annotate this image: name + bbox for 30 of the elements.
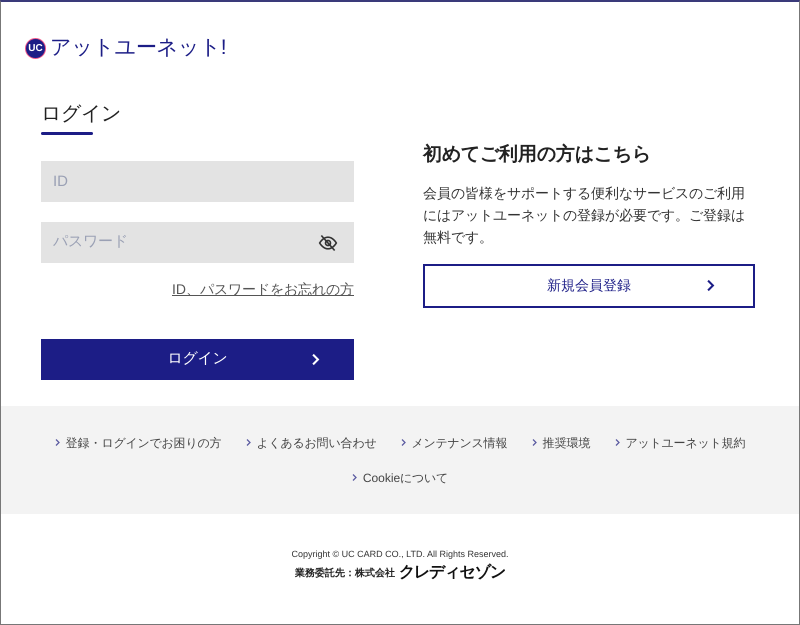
chevron-right-icon	[614, 438, 620, 447]
chevron-right-icon	[54, 438, 60, 447]
site-name: アットユーネット!	[50, 35, 226, 62]
password-field[interactable]: パスワード	[41, 222, 354, 263]
copyright-text: Copyright © UC CARD CO., LTD. All Rights Reserved.	[291, 548, 509, 561]
signup-description: 会員の皆様をサポートする便利なサービスのご利用にはアットユーネットの登録が必要です。ご登録は無料です。	[423, 184, 746, 246]
footer-link[interactable]: よくあるお問い合わせ	[234, 434, 388, 452]
company-logo: クレディセゾン	[398, 564, 506, 580]
id-field[interactable]: ID	[41, 161, 354, 202]
footer-link[interactable]: アットユーネット規約	[602, 434, 758, 452]
forgot-password-link[interactable]: ID、パスワードをお忘れの方	[172, 279, 354, 300]
chevron-right-icon	[352, 473, 357, 482]
footer-link[interactable]: 登録・ログインでお困りの方	[42, 434, 234, 452]
chevron-right-icon	[532, 438, 536, 447]
login-button[interactable]: ログイン	[41, 339, 354, 380]
register-button[interactable]: 新規会員登録	[423, 264, 755, 308]
chevron-right-icon	[311, 353, 320, 366]
signup-heading: 初めてご利用の方はこちら	[423, 142, 652, 167]
password-input[interactable]: パスワード	[53, 231, 318, 254]
eye-off-icon[interactable]	[318, 232, 338, 252]
chevron-right-icon	[246, 438, 250, 447]
logo-icon: UC	[25, 38, 46, 58]
login-heading: ログイン	[41, 104, 121, 124]
chevron-right-icon	[400, 438, 406, 447]
chevron-right-icon	[706, 279, 715, 292]
heading-underline	[41, 132, 93, 135]
footer-link[interactable]: 推奨環境	[520, 434, 602, 452]
contractor-label: 業務委託先：株式会社	[294, 566, 395, 580]
footer-link[interactable]: メンテナンス情報	[388, 434, 520, 452]
footer-link[interactable]: Cookieについて	[17, 468, 783, 486]
